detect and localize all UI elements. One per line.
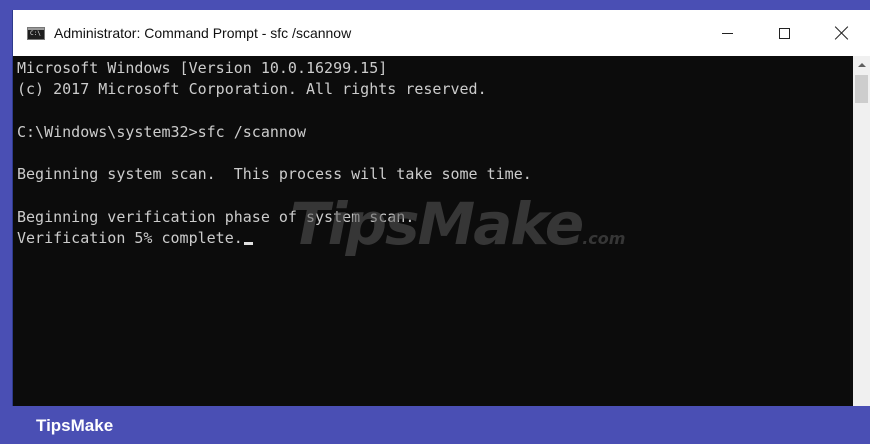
vertical-scrollbar[interactable] bbox=[853, 56, 870, 406]
maximize-button[interactable] bbox=[756, 10, 813, 56]
text-cursor bbox=[243, 242, 253, 246]
console-line: Microsoft Windows [Version 10.0.16299.15… bbox=[17, 59, 388, 77]
footer-brand-label: TipsMake bbox=[36, 416, 114, 435]
scroll-thumb[interactable] bbox=[855, 75, 868, 103]
close-button[interactable] bbox=[813, 10, 870, 56]
maximize-icon bbox=[779, 27, 790, 39]
cmd-icon: C:\ bbox=[27, 26, 45, 40]
console-line: (c) 2017 Microsoft Corporation. All righ… bbox=[17, 80, 487, 99]
minimize-button[interactable] bbox=[699, 10, 756, 56]
chevron-up-icon bbox=[857, 62, 866, 67]
console-output[interactable]: Microsoft Windows [Version 10.0.16299.15… bbox=[13, 56, 853, 406]
title-bar[interactable]: C:\ Administrator: Command Prompt - sfc … bbox=[13, 10, 870, 56]
console-line: C:\Windows\system32>sfc /scannow bbox=[17, 122, 306, 141]
console-line-current: Verification 5% complete. bbox=[17, 228, 853, 249]
footer-bar: TipsMake bbox=[0, 406, 870, 444]
window-controls bbox=[699, 10, 870, 56]
command-prompt-window: C:\ Administrator: Command Prompt - sfc … bbox=[12, 10, 870, 406]
cmd-icon-text: C:\ bbox=[30, 29, 41, 37]
window-title: Administrator: Command Prompt - sfc /sca… bbox=[54, 25, 352, 41]
console-line: Beginning verification phase of system s… bbox=[17, 208, 415, 227]
scroll-up-button[interactable] bbox=[853, 56, 870, 73]
minimize-icon bbox=[722, 32, 733, 34]
console-line-text: Verification 5% complete. bbox=[17, 229, 243, 248]
close-icon bbox=[835, 26, 849, 40]
console-line: Beginning system scan. This process will… bbox=[17, 165, 532, 184]
